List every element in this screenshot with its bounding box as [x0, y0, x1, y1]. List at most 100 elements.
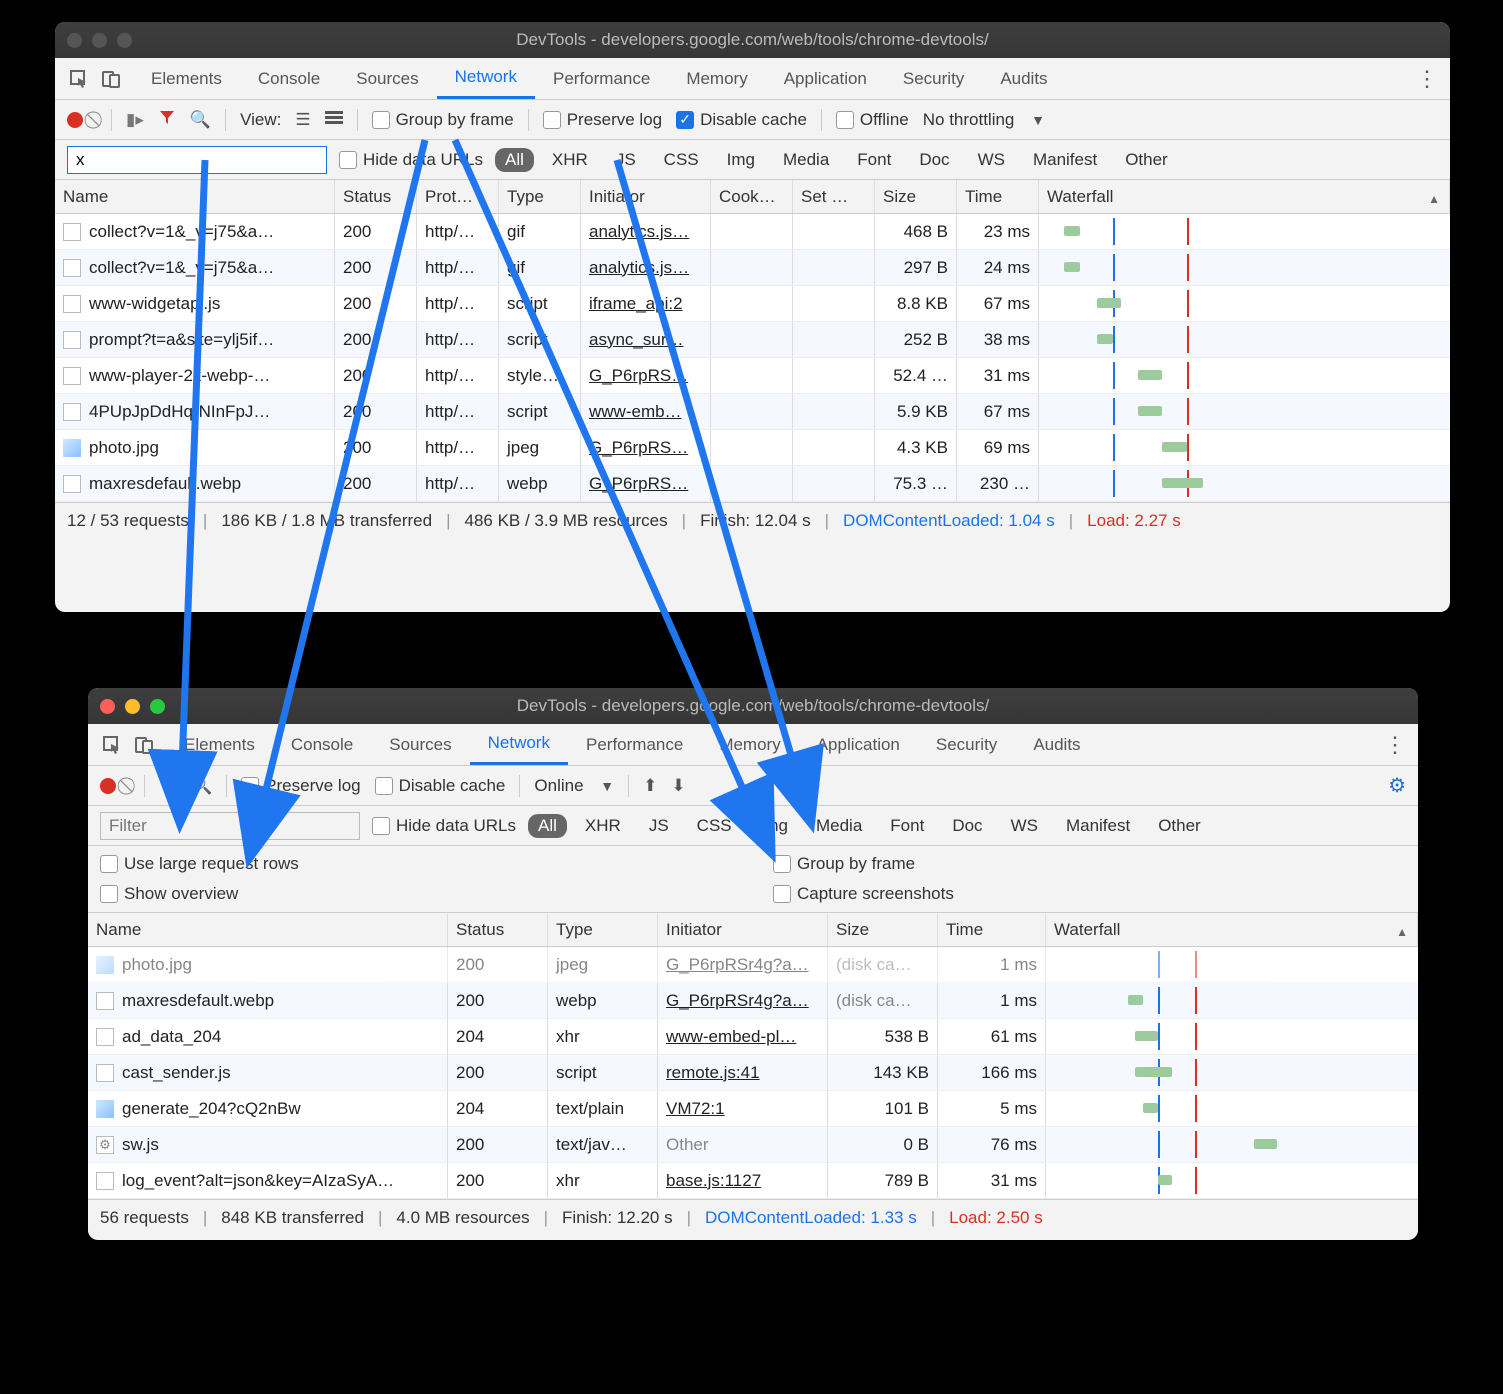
filter-xhr[interactable]: XHR: [575, 814, 631, 838]
device-toggle-icon[interactable]: [130, 731, 158, 759]
max-dot[interactable]: [117, 33, 132, 48]
col-wf[interactable]: Waterfall: [1039, 180, 1450, 213]
tab-console[interactable]: Console: [240, 58, 338, 99]
tab-application[interactable]: Application: [766, 58, 885, 99]
table-row[interactable]: sw.js200text/jav…Other0 B76 ms: [88, 1127, 1418, 1163]
tab-sources[interactable]: Sources: [371, 724, 469, 765]
filter-media[interactable]: Media: [806, 814, 872, 838]
tab-network[interactable]: Network: [470, 724, 568, 765]
preserve-log-toggle[interactable]: Preserve log: [543, 110, 662, 130]
table-row[interactable]: maxresdefault.webp200webpG_P6rpRSr4g?a…(…: [88, 983, 1418, 1019]
inspect-icon[interactable]: [65, 65, 93, 93]
col-size[interactable]: Size: [828, 913, 938, 946]
search-icon[interactable]: 🔍: [190, 110, 211, 130]
filter-doc[interactable]: Doc: [909, 148, 959, 172]
filter-input[interactable]: [67, 146, 327, 174]
disable-cache-toggle[interactable]: Disable cache: [375, 776, 506, 796]
table-row[interactable]: ad_data_204204xhrwww-embed-pl…538 B61 ms: [88, 1019, 1418, 1055]
throttling-dropdown[interactable]: Online ▼: [534, 776, 614, 796]
filter-js[interactable]: JS: [639, 814, 679, 838]
kebab-menu-icon[interactable]: ⋮: [1414, 66, 1440, 92]
capture-screenshots-toggle[interactable]: Capture screenshots: [773, 884, 1406, 904]
device-toggle-icon[interactable]: [97, 65, 125, 93]
table-row[interactable]: maxresdefault.webp200http/…webpG_P6rpRS……: [55, 466, 1450, 502]
large-rows-icon[interactable]: ☰: [295, 110, 310, 130]
tab-security[interactable]: Security: [885, 58, 982, 99]
preserve-log-toggle[interactable]: Preserve log: [241, 776, 360, 796]
traffic-lights[interactable]: [100, 699, 165, 714]
filter-font[interactable]: Font: [847, 148, 901, 172]
tab-memory[interactable]: Memory: [701, 724, 798, 765]
filter-font[interactable]: Font: [880, 814, 934, 838]
large-rows-toggle[interactable]: Use large request rows: [100, 854, 733, 874]
filter-css[interactable]: CSS: [687, 814, 742, 838]
hide-data-urls-toggle[interactable]: Hide data URLs: [339, 150, 483, 170]
min-dot[interactable]: [92, 33, 107, 48]
table-row[interactable]: prompt?t=a&site=ylj5if…200http/…scriptas…: [55, 322, 1450, 358]
table-row[interactable]: 4PUpJpDdHqrNInFpJ…200http/…scriptwww-emb…: [55, 394, 1450, 430]
table-row[interactable]: log_event?alt=json&key=AIzaSyA…200xhrbas…: [88, 1163, 1418, 1199]
filter-all[interactable]: All: [528, 814, 567, 838]
record-button[interactable]: [67, 112, 83, 128]
table-row[interactable]: collect?v=1&_v=j75&a…200http/…gifanalyti…: [55, 214, 1450, 250]
col-cook[interactable]: Cook…: [711, 180, 793, 213]
min-dot[interactable]: [125, 699, 140, 714]
table-header[interactable]: NameStatusTypeInitiatorSizeTimeWaterfall…: [88, 913, 1418, 947]
filter-other[interactable]: Other: [1148, 814, 1211, 838]
upload-icon[interactable]: ⬆: [643, 776, 657, 796]
tab-performance[interactable]: Performance: [535, 58, 668, 99]
kebab-menu-icon[interactable]: ⋮: [1382, 732, 1408, 758]
col-prot[interactable]: Prot…: [417, 180, 499, 213]
filter-img[interactable]: Img: [750, 814, 798, 838]
tab-audits[interactable]: Audits: [1015, 724, 1098, 765]
tab-elements[interactable]: Elements: [166, 724, 273, 765]
hide-data-urls-toggle[interactable]: Hide data URLs: [372, 816, 516, 836]
table-row[interactable]: photo.jpg200http/…jpegG_P6rpRS…4.3 KB69 …: [55, 430, 1450, 466]
filter-input[interactable]: [100, 812, 360, 840]
col-time[interactable]: Time: [957, 180, 1039, 213]
record-button[interactable]: [100, 778, 116, 794]
col-type[interactable]: Type: [548, 913, 658, 946]
filter-img[interactable]: Img: [717, 148, 765, 172]
offline-toggle[interactable]: Offline: [836, 110, 909, 130]
tab-application[interactable]: Application: [799, 724, 918, 765]
search-icon[interactable]: 🔍: [191, 776, 212, 796]
col-set[interactable]: Set …: [793, 180, 875, 213]
col-status[interactable]: Status: [448, 913, 548, 946]
overview-icon[interactable]: [325, 110, 343, 130]
request-table[interactable]: photo.jpg200jpegG_P6rpRSr4g?a…(disk ca…1…: [88, 947, 1418, 1199]
camera-icon[interactable]: ▮▸: [126, 110, 144, 130]
group-by-frame-toggle[interactable]: Group by frame: [773, 854, 1406, 874]
filter-icon[interactable]: [159, 774, 177, 797]
max-dot[interactable]: [150, 699, 165, 714]
filter-manifest[interactable]: Manifest: [1023, 148, 1107, 172]
table-header[interactable]: NameStatusProt…TypeInitiatorCook…Set …Si…: [55, 180, 1450, 214]
close-dot[interactable]: [67, 33, 82, 48]
filter-ws[interactable]: WS: [1001, 814, 1048, 838]
filter-icon[interactable]: [158, 108, 176, 131]
col-size[interactable]: Size: [875, 180, 957, 213]
group-by-frame-toggle[interactable]: Group by frame: [372, 110, 514, 130]
tab-network[interactable]: Network: [437, 58, 535, 99]
download-icon[interactable]: ⬇: [671, 776, 685, 796]
table-row[interactable]: generate_204?cQ2nBw204text/plainVM72:110…: [88, 1091, 1418, 1127]
filter-xhr[interactable]: XHR: [542, 148, 598, 172]
tab-console[interactable]: Console: [273, 724, 371, 765]
tab-elements[interactable]: Elements: [133, 58, 240, 99]
col-time[interactable]: Time: [938, 913, 1046, 946]
col-wf[interactable]: Waterfall: [1046, 913, 1418, 946]
filter-other[interactable]: Other: [1115, 148, 1178, 172]
tab-audits[interactable]: Audits: [982, 58, 1065, 99]
titlebar[interactable]: DevTools - developers.google.com/web/too…: [88, 688, 1418, 724]
tab-security[interactable]: Security: [918, 724, 1015, 765]
settings-gear-icon[interactable]: ⚙: [1388, 773, 1406, 798]
tab-memory[interactable]: Memory: [668, 58, 765, 99]
request-table[interactable]: collect?v=1&_v=j75&a…200http/…gifanalyti…: [55, 214, 1450, 502]
col-status[interactable]: Status: [335, 180, 417, 213]
tab-performance[interactable]: Performance: [568, 724, 701, 765]
traffic-lights[interactable]: [67, 33, 132, 48]
table-row[interactable]: photo.jpg200jpegG_P6rpRSr4g?a…(disk ca…1…: [88, 947, 1418, 983]
throttling-dropdown[interactable]: No throttling ▼: [923, 110, 1045, 130]
tab-sources[interactable]: Sources: [338, 58, 436, 99]
close-dot[interactable]: [100, 699, 115, 714]
